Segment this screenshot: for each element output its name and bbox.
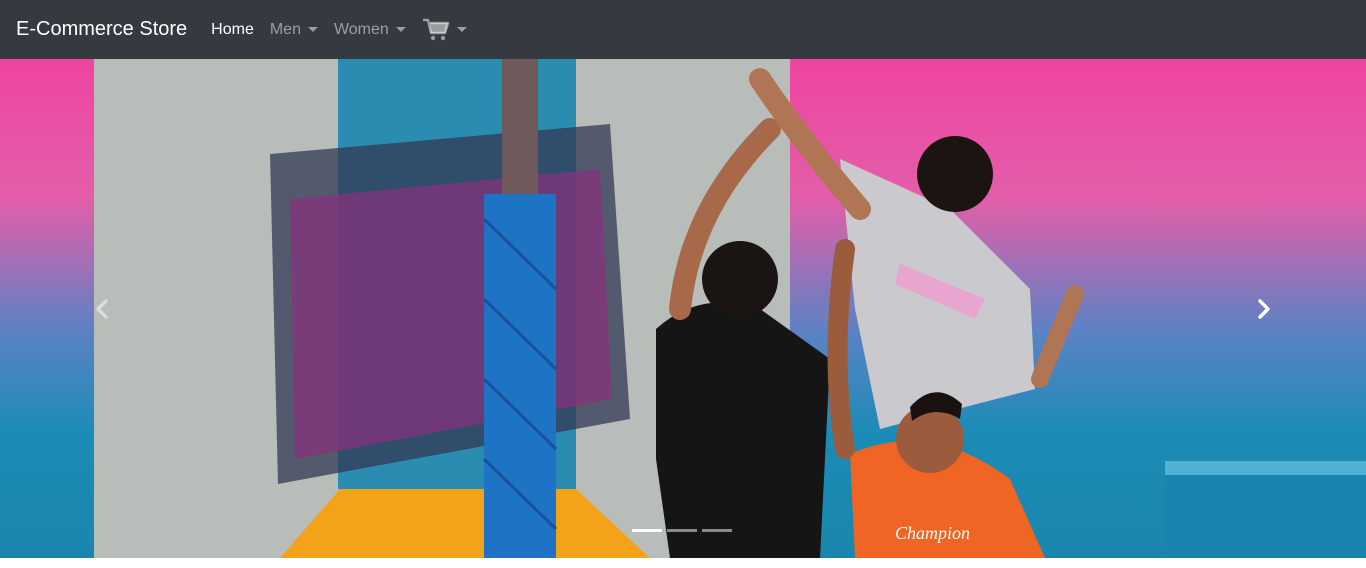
chevron-right-icon	[1258, 299, 1270, 319]
nav-dropdown-men[interactable]: Men	[270, 21, 318, 39]
caret-down-icon	[456, 27, 467, 32]
chevron-left-icon	[96, 299, 108, 319]
shirt-text: Champion	[895, 523, 970, 543]
nav-dropdown-women[interactable]: Women	[334, 21, 406, 39]
nav-link-label: Women	[333, 20, 389, 38]
carousel-next-button[interactable]	[1250, 291, 1278, 327]
hero-image: Champion	[0, 59, 1366, 558]
shopping-cart-icon	[422, 18, 450, 40]
carousel-indicator[interactable]	[667, 529, 697, 532]
carousel-prev-button[interactable]	[88, 291, 116, 327]
nav-link-home[interactable]: Home	[211, 21, 254, 39]
carousel-indicator[interactable]	[632, 529, 662, 532]
caret-down-icon	[395, 27, 406, 32]
nav-link-label: Home	[211, 20, 254, 38]
brand-title[interactable]: E-Commerce Store	[16, 18, 187, 41]
nav-link-label: Men	[269, 20, 301, 38]
cart-dropdown[interactable]	[422, 18, 467, 42]
carousel-indicator[interactable]	[702, 529, 732, 532]
caret-down-icon	[307, 27, 318, 32]
carousel-indicators	[632, 529, 737, 532]
hero-carousel: Champion	[0, 59, 1366, 558]
nav-menu: Home Men Women	[211, 18, 467, 42]
top-navbar: E-Commerce Store Home Men Women	[0, 0, 1366, 59]
